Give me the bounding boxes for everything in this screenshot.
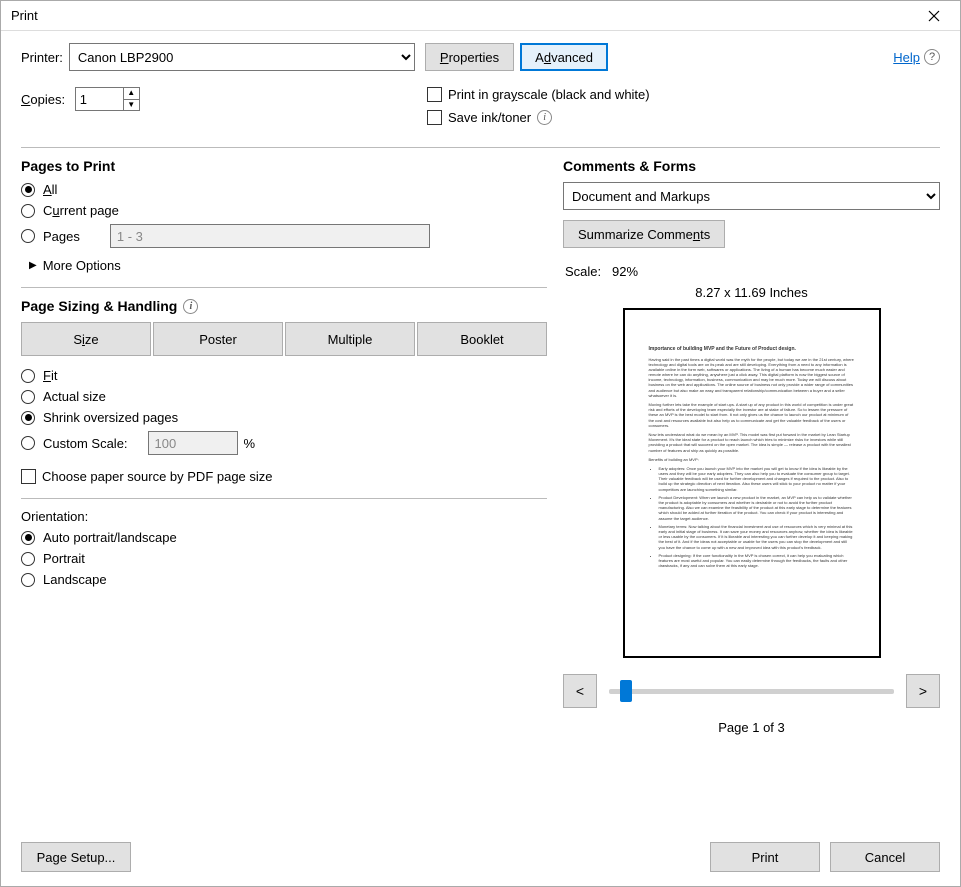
info-icon[interactable]: i <box>183 299 198 314</box>
orientation-landscape-radio[interactable] <box>21 573 35 587</box>
save-ink-label: Save ink/toner <box>448 110 531 125</box>
copies-spinner[interactable]: ▲ ▼ <box>75 87 140 111</box>
cancel-button[interactable]: Cancel <box>830 842 940 872</box>
page-setup-button[interactable]: Page Setup... <box>21 842 131 872</box>
help-link[interactable]: Help <box>893 50 920 65</box>
custom-scale-label: Custom Scale: <box>43 436 128 451</box>
choose-source-label: Choose paper source by PDF page size <box>42 469 273 484</box>
multiple-button[interactable]: Multiple <box>285 322 415 356</box>
pages-range-radio[interactable] <box>21 229 35 243</box>
fit-radio[interactable] <box>21 369 35 383</box>
properties-button[interactable]: Properties <box>425 43 514 71</box>
next-page-button[interactable]: > <box>906 674 940 708</box>
printer-label: Printer: <box>21 50 63 65</box>
poster-button[interactable]: Poster <box>153 322 283 356</box>
page-preview: Importance of building MVP and the Futur… <box>623 308 881 658</box>
save-ink-checkbox[interactable] <box>427 110 442 125</box>
copies-down-icon[interactable]: ▼ <box>124 100 139 111</box>
close-button[interactable] <box>914 4 954 28</box>
scale-value: 92% <box>612 264 638 279</box>
actual-radio[interactable] <box>21 390 35 404</box>
actual-label: Actual size <box>43 389 106 404</box>
sizing-heading: Page Sizing & Handling <box>21 298 177 314</box>
orientation-portrait-radio[interactable] <box>21 552 35 566</box>
orientation-heading: Orientation: <box>21 509 547 524</box>
custom-scale-radio[interactable] <box>21 436 35 450</box>
choose-source-checkbox[interactable] <box>21 469 36 484</box>
fit-label: Fit <box>43 368 57 383</box>
orientation-auto-radio[interactable] <box>21 531 35 545</box>
window-title: Print <box>11 8 914 23</box>
comments-heading: Comments & Forms <box>563 158 940 174</box>
copies-label: Copies: <box>21 92 65 107</box>
info-icon[interactable]: i <box>537 110 552 125</box>
grayscale-checkbox[interactable] <box>427 87 442 102</box>
copies-input[interactable] <box>76 88 124 110</box>
triangle-right-icon: ▶ <box>29 260 37 271</box>
summarize-comments-button[interactable]: Summarize Comments <box>563 220 725 248</box>
printer-select[interactable]: Canon LBP2900 <box>69 43 415 71</box>
pages-current-radio[interactable] <box>21 204 35 218</box>
pages-all-radio[interactable] <box>21 183 35 197</box>
page-dimensions: 8.27 x 11.69 Inches <box>563 285 940 300</box>
scale-label: Scale: <box>565 264 601 279</box>
size-button[interactable]: Size <box>21 322 151 356</box>
shrink-label: Shrink oversized pages <box>43 410 178 425</box>
advanced-button[interactable]: Advanced <box>520 43 608 71</box>
orientation-landscape-label: Landscape <box>43 572 107 587</box>
help-icon[interactable]: ? <box>924 49 940 65</box>
orientation-auto-label: Auto portrait/landscape <box>43 530 177 545</box>
print-button[interactable]: Print <box>710 842 820 872</box>
booklet-button[interactable]: Booklet <box>417 322 547 356</box>
slider-thumb[interactable] <box>620 680 632 702</box>
copies-up-icon[interactable]: ▲ <box>124 88 139 100</box>
orientation-portrait-label: Portrait <box>43 551 85 566</box>
grayscale-label: Print in grayscale (black and white) <box>448 87 650 102</box>
custom-scale-unit: % <box>244 436 256 451</box>
pages-range-label: Pages <box>43 229 80 244</box>
pages-all-label: All <box>43 182 57 197</box>
pages-heading: Pages to Print <box>21 158 547 174</box>
pages-current-label: Current page <box>43 203 119 218</box>
page-slider[interactable] <box>609 689 894 694</box>
comments-select[interactable]: Document and Markups <box>563 182 940 210</box>
prev-page-button[interactable]: < <box>563 674 597 708</box>
pages-range-input[interactable] <box>110 224 430 248</box>
more-options-toggle[interactable]: ▶ More Options <box>29 258 547 273</box>
custom-scale-input[interactable] <box>148 431 238 455</box>
page-indicator: Page 1 of 3 <box>563 720 940 735</box>
shrink-radio[interactable] <box>21 411 35 425</box>
